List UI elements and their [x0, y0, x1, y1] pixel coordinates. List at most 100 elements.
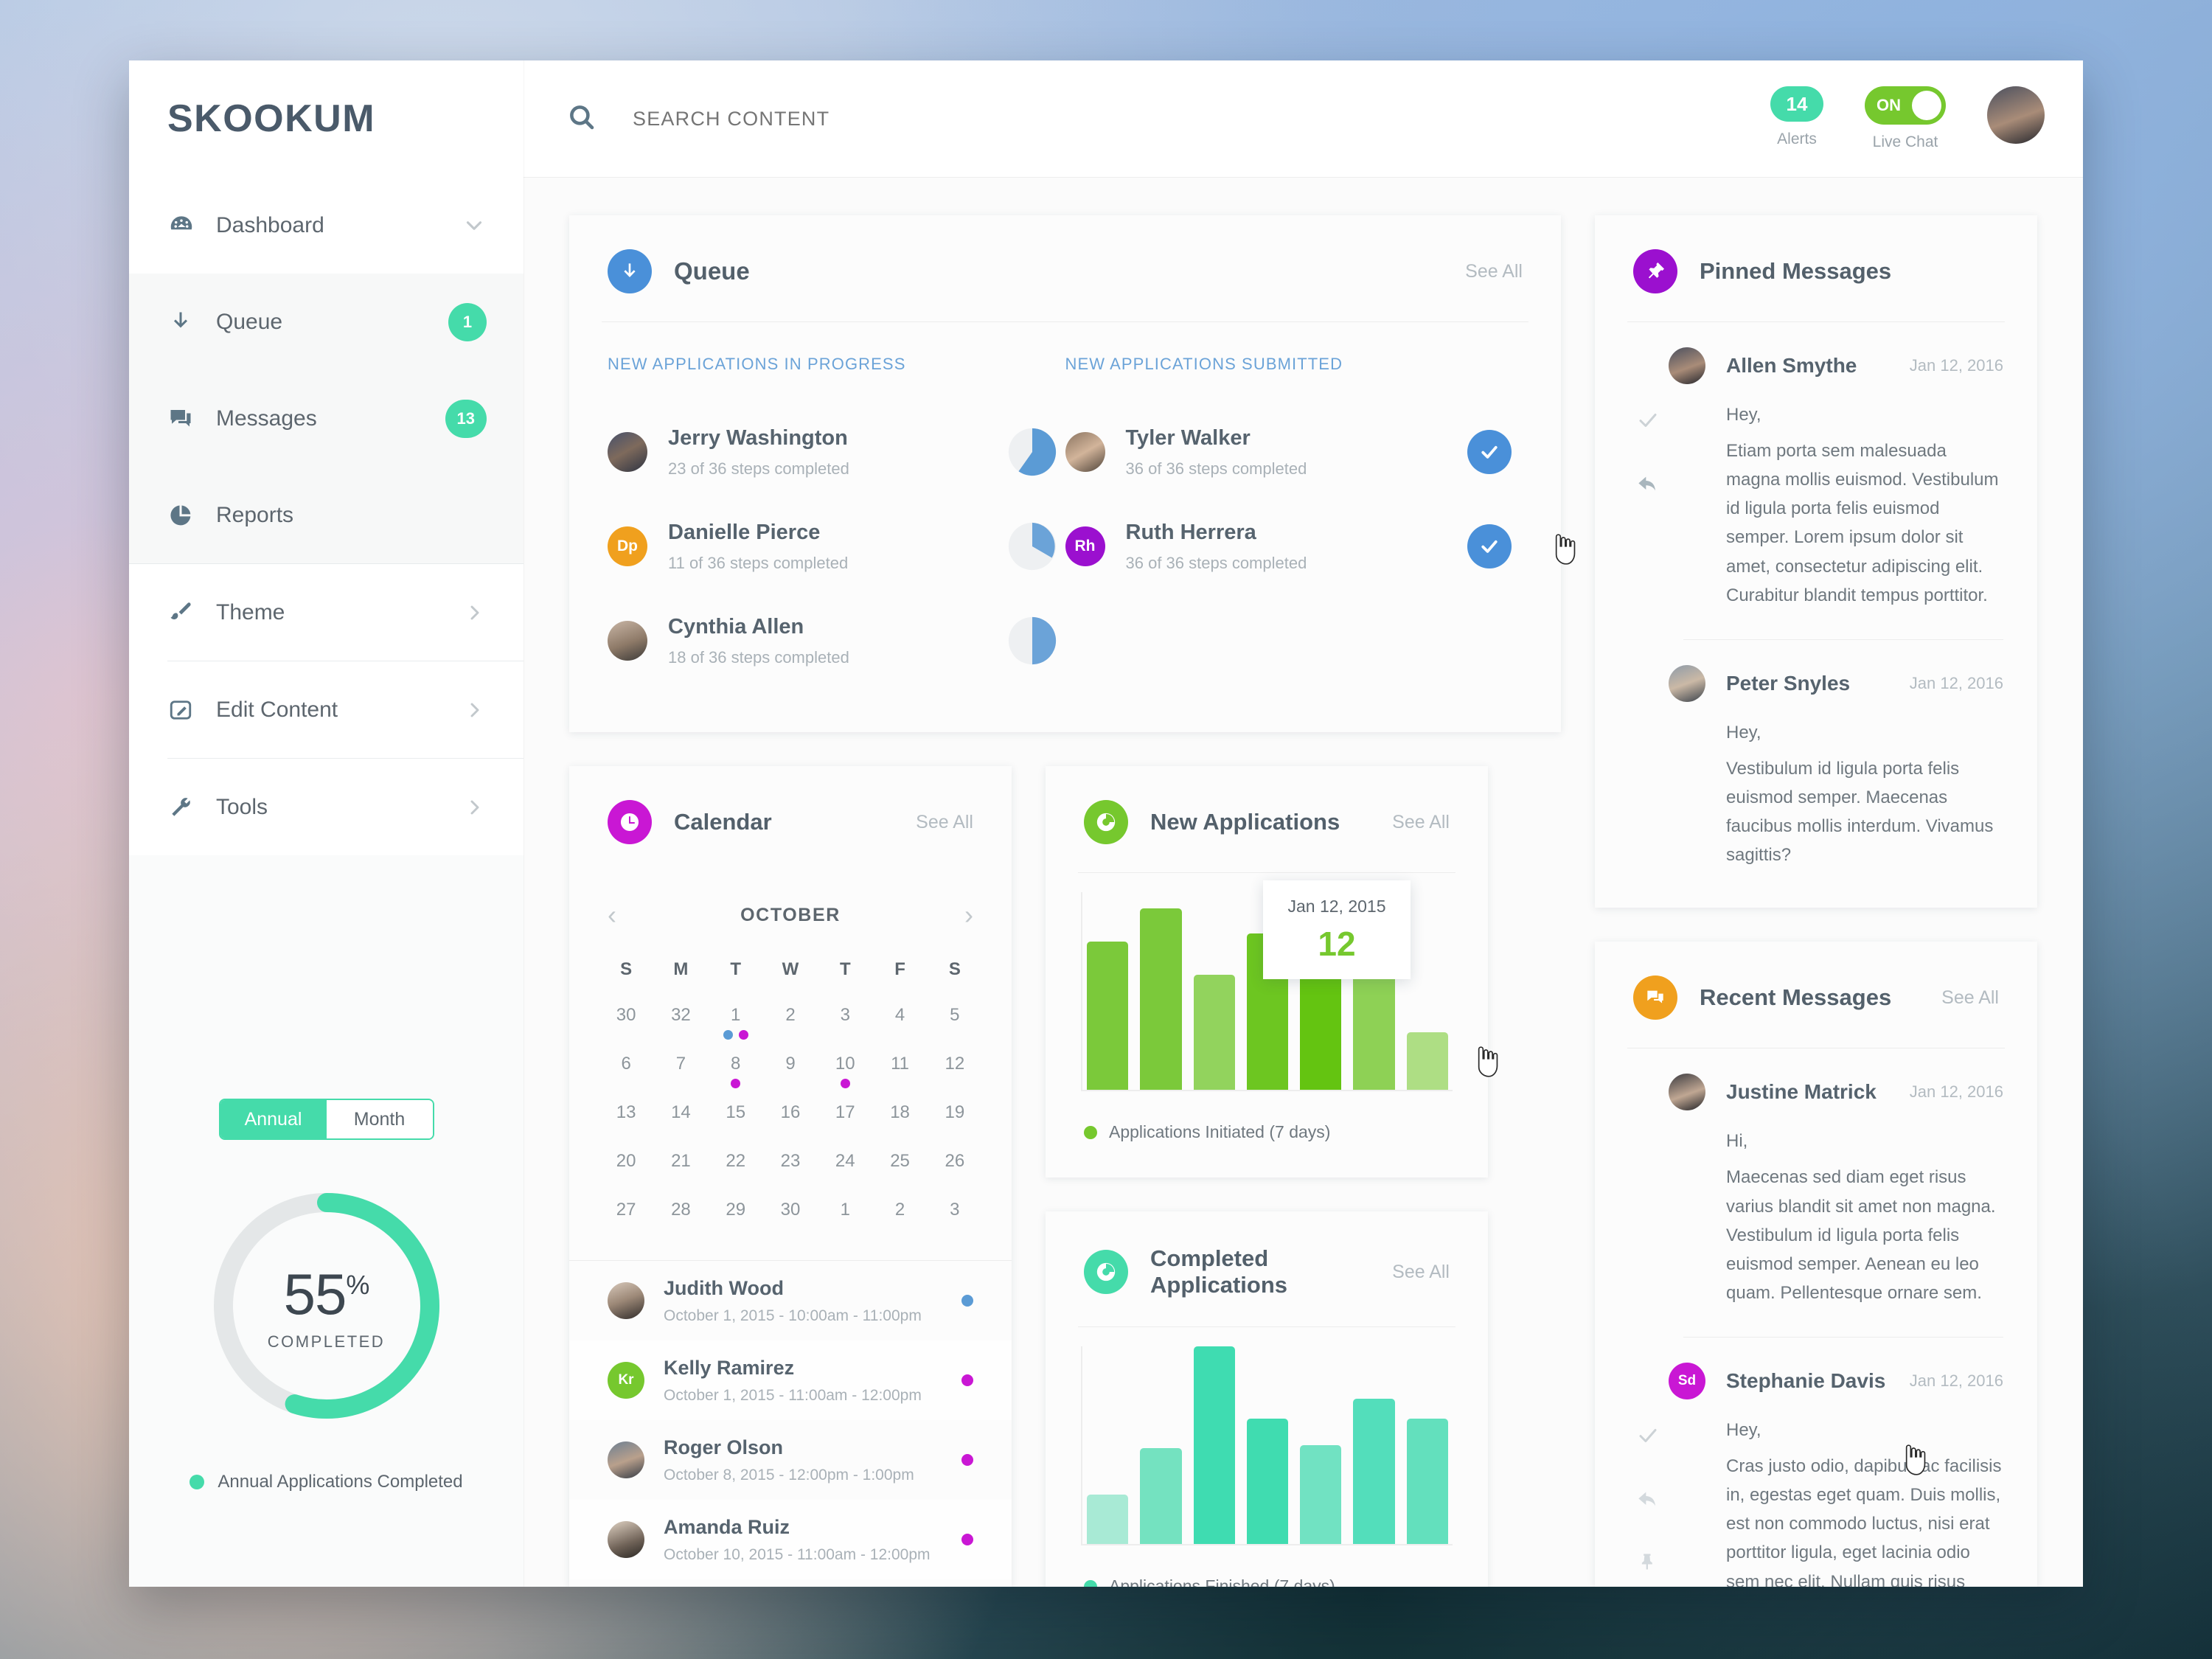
- calendar-day-cell[interactable]: 3: [818, 1005, 872, 1054]
- calendar-day-cell[interactable]: 15: [709, 1102, 763, 1151]
- calendar-day-cell[interactable]: 24: [818, 1151, 872, 1200]
- search-input[interactable]: [633, 107, 1149, 131]
- chart-bar[interactable]: [1406, 1032, 1448, 1090]
- chart-bar[interactable]: [1193, 1346, 1235, 1544]
- calendar-day-cell[interactable]: 2: [763, 1005, 818, 1054]
- calendar-day-cell[interactable]: 13: [599, 1102, 653, 1151]
- list-item[interactable]: Judith Wood October 1, 2015 - 10:00am - …: [569, 1261, 1012, 1340]
- calendar-day-cell[interactable]: 17: [818, 1102, 872, 1151]
- pin-icon[interactable]: [1638, 1551, 1658, 1576]
- calendar-day-cell[interactable]: 8: [709, 1054, 763, 1102]
- calendar-day-cell[interactable]: 18: [872, 1102, 927, 1151]
- calendar-day-cell[interactable]: 21: [653, 1151, 708, 1200]
- sidebar-item-edit-content[interactable]: Edit Content: [129, 661, 524, 758]
- period-option-annual[interactable]: Annual: [220, 1100, 327, 1138]
- calendar-card: Calendar See All ‹ OCTOBER › S M T W T F…: [569, 766, 1012, 1587]
- list-item[interactable]: Sd Stephanie Davis Jan 12, 2016 Hey, Cra…: [1595, 1338, 2037, 1587]
- completed-applications-see-all-link[interactable]: See All: [1392, 1262, 1450, 1283]
- calendar-day-cell[interactable]: 1: [709, 1005, 763, 1054]
- calendar-next-month-button[interactable]: ›: [964, 902, 973, 928]
- queue-row[interactable]: Cynthia Allen 18 of 36 steps completed: [608, 594, 1065, 688]
- period-segmented-control[interactable]: Annual Month: [218, 1099, 434, 1140]
- chart-bar[interactable]: [1140, 1448, 1182, 1544]
- queue-row[interactable]: Tyler Walker 36 of 36 steps completed: [1065, 405, 1523, 499]
- check-icon[interactable]: [1637, 409, 1659, 435]
- chart-bar[interactable]: [1353, 974, 1395, 1090]
- list-item[interactable]: Allen Smythe Jan 12, 2016 Hey, Etiam por…: [1595, 347, 2037, 610]
- queue-in-progress-heading: NEW APPLICATIONS IN PROGRESS: [608, 355, 906, 373]
- calendar-day-cell[interactable]: 19: [928, 1102, 982, 1151]
- queue-row[interactable]: Rh Ruth Herrera 36 of 36 steps completed: [1065, 499, 1523, 594]
- list-item[interactable]: Justine Matrick Jan 12, 2016 Hi, Maecena…: [1595, 1074, 2037, 1307]
- user-avatar[interactable]: [1987, 86, 2045, 144]
- list-item[interactable]: Jennifer Brewer: [569, 1579, 1012, 1587]
- list-item[interactable]: Amanda Ruiz October 10, 2015 - 11:00am -…: [569, 1500, 1012, 1579]
- calendar-day-cell[interactable]: 16: [763, 1102, 818, 1151]
- chart-bar[interactable]: [1300, 1445, 1342, 1544]
- lower-row: Calendar See All ‹ OCTOBER › S M T W T F…: [569, 766, 1561, 1587]
- calendar-day-cell[interactable]: 9: [763, 1054, 818, 1102]
- calendar-day-cell[interactable]: 3: [928, 1200, 982, 1248]
- queue-see-all-link[interactable]: See All: [1465, 261, 1523, 282]
- calendar-day-cell[interactable]: 2: [872, 1200, 927, 1248]
- chart-bar[interactable]: [1406, 1419, 1448, 1544]
- calendar-day-cell[interactable]: 26: [928, 1151, 982, 1200]
- reply-icon[interactable]: [1636, 1487, 1660, 1514]
- avatar: [1065, 432, 1105, 472]
- calendar-day-cell[interactable]: 1: [818, 1200, 872, 1248]
- calendar-see-all-link[interactable]: See All: [916, 812, 973, 833]
- live-chat-control[interactable]: ON Live Chat: [1865, 86, 1946, 151]
- sidebar-item-tools[interactable]: Tools: [129, 759, 524, 855]
- chart-bar[interactable]: [1087, 1495, 1129, 1544]
- calendar-day-cell[interactable]: 5: [928, 1005, 982, 1054]
- calendar-day-cell[interactable]: 14: [653, 1102, 708, 1151]
- list-item[interactable]: Roger Olson October 8, 2015 - 12:00pm - …: [569, 1420, 1012, 1500]
- brand-logo[interactable]: SKOOKUM: [129, 60, 524, 177]
- calendar-day-cell[interactable]: 30: [763, 1200, 818, 1248]
- calendar-day-cell[interactable]: 11: [872, 1054, 927, 1102]
- chevron-down-icon[interactable]: [462, 213, 487, 238]
- chart-bar[interactable]: [1246, 1419, 1289, 1544]
- calendar-day-number: 22: [726, 1151, 746, 1171]
- check-icon[interactable]: [1637, 1425, 1659, 1450]
- chart-bar[interactable]: [1193, 974, 1235, 1090]
- calendar-day-cell[interactable]: 22: [709, 1151, 763, 1200]
- list-item[interactable]: Kr Kelly Ramirez October 1, 2015 - 11:00…: [569, 1340, 1012, 1420]
- sidebar-item-theme[interactable]: Theme: [129, 564, 524, 661]
- recent-messages-see-all-link[interactable]: See All: [1941, 987, 1999, 1009]
- calendar-day-cell[interactable]: 29: [709, 1200, 763, 1248]
- chart-bar[interactable]: [1140, 908, 1182, 1090]
- calendar-day-cell[interactable]: 25: [872, 1151, 927, 1200]
- new-applications-see-all-link[interactable]: See All: [1392, 812, 1450, 833]
- queue-row[interactable]: Dp Danielle Pierce 11 of 36 steps comple…: [608, 499, 1065, 594]
- calendar-day-cell[interactable]: 28: [653, 1200, 708, 1248]
- chart-bar[interactable]: [1353, 1399, 1395, 1544]
- search-icon[interactable]: [566, 102, 597, 136]
- calendar-day-cell[interactable]: 32: [653, 1005, 708, 1054]
- calendar-day-cell[interactable]: 4: [872, 1005, 927, 1054]
- live-chat-toggle[interactable]: ON: [1865, 86, 1946, 125]
- sidebar-item-dashboard[interactable]: Dashboard: [129, 177, 524, 274]
- calendar-day-cell[interactable]: 6: [599, 1054, 653, 1102]
- sidebar-item-label: Theme: [216, 599, 285, 625]
- sidebar-item-reports[interactable]: Reports: [129, 467, 524, 563]
- chevron-right-icon[interactable]: [463, 796, 487, 819]
- calendar-day-cell[interactable]: 30: [599, 1005, 653, 1054]
- calendar-day-cell[interactable]: 7: [653, 1054, 708, 1102]
- calendar-day-cell[interactable]: 12: [928, 1054, 982, 1102]
- list-item[interactable]: Peter Snyles Jan 12, 2016 Hey, Vestibulu…: [1595, 640, 2037, 908]
- calendar-prev-month-button[interactable]: ‹: [608, 902, 616, 928]
- sidebar-item-messages[interactable]: Messages 13: [129, 370, 524, 467]
- sidebar-item-queue[interactable]: Queue 1: [129, 274, 524, 370]
- calendar-day-cell[interactable]: 10: [818, 1054, 872, 1102]
- chevron-right-icon[interactable]: [463, 601, 487, 625]
- reply-icon[interactable]: [1636, 472, 1660, 499]
- chevron-right-icon[interactable]: [463, 698, 487, 722]
- period-option-month[interactable]: Month: [326, 1100, 433, 1138]
- queue-row[interactable]: Jerry Washington 23 of 36 steps complete…: [608, 405, 1065, 499]
- calendar-day-cell[interactable]: 23: [763, 1151, 818, 1200]
- calendar-day-cell[interactable]: 20: [599, 1151, 653, 1200]
- alerts-control[interactable]: 14 Alerts: [1770, 86, 1823, 148]
- chart-bar[interactable]: [1087, 942, 1129, 1090]
- calendar-day-cell[interactable]: 27: [599, 1200, 653, 1248]
